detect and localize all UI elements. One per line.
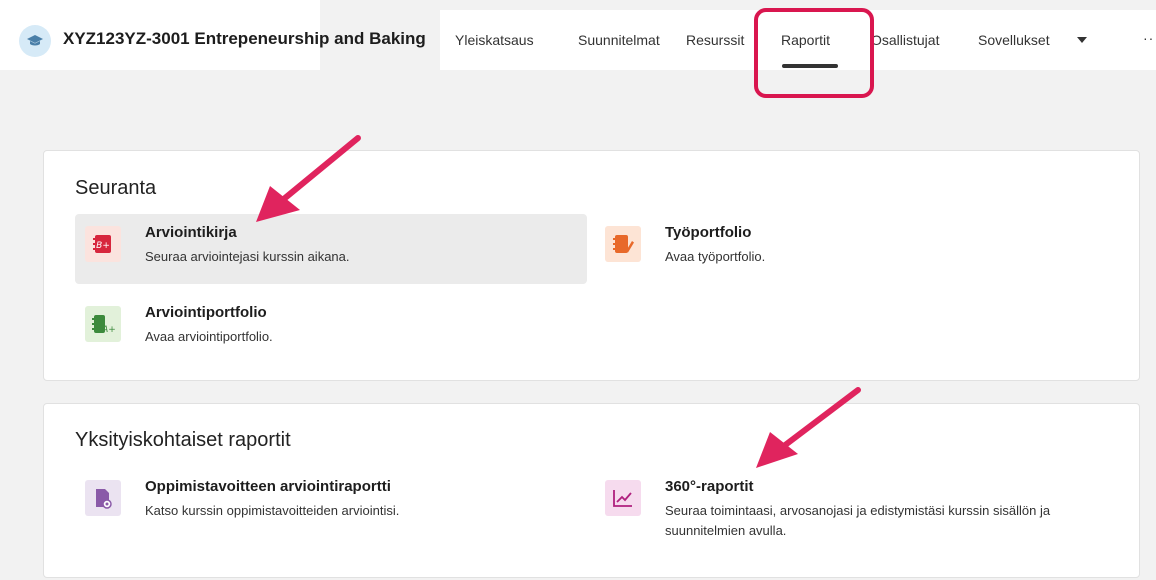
report-item-360[interactable]: 360°-raportit Seuraa toimintaasi, arvosa… [595, 468, 1050, 538]
item-title: Työportfolio [665, 224, 752, 241]
item-description: Katso kurssin oppimistavoitteiden arvioi… [145, 503, 400, 518]
svg-text:A+: A+ [101, 325, 115, 335]
item-description: Avaa arviointiportfolio. [145, 329, 273, 344]
svg-text:B+: B+ [96, 241, 110, 251]
item-title: 360°-raportit [665, 478, 754, 495]
more-tabs-button[interactable]: ··· [1143, 30, 1156, 46]
top-navigation-bar: XYZ123YZ-3001 Entrepeneurship and Baking… [0, 0, 1156, 80]
assessment-portfolio-icon: A+ [85, 306, 121, 342]
trend-chart-icon [605, 480, 641, 516]
section-title-seuranta: Seuranta [75, 177, 157, 199]
seuranta-card: Seuranta B+ Arviointikirja Seuraa arvioi… [43, 150, 1140, 381]
item-title: Oppimistavoitteen arviointiraportti [145, 478, 391, 495]
seuranta-item-arviointiportfolio[interactable]: A+ Arviointiportfolio Avaa arviointiport… [75, 294, 587, 364]
item-title: Arviointiportfolio [145, 304, 267, 321]
seuranta-item-tyoportfolio[interactable]: Työportfolio Avaa työportfolio. [595, 214, 1107, 284]
tab-yleiskatsaus[interactable]: Yleiskatsaus [455, 32, 534, 48]
tab-osallistujat[interactable]: Osallistujat [871, 32, 939, 48]
detailed-reports-card: Yksityiskohtaiset raportit Oppimistavoit… [43, 403, 1140, 578]
work-portfolio-icon [605, 226, 641, 262]
objective-report-icon [85, 480, 121, 516]
tab-resurssit[interactable]: Resurssit [686, 32, 744, 48]
item-description: Seuraa toimintaasi, arvosanojasi ja edis… [665, 503, 1051, 538]
tab-suunnitelmat[interactable]: Suunnitelmat [578, 32, 660, 48]
item-description: Seuraa arviointejasi kurssin aikana. [145, 249, 350, 264]
tab-sovellukset[interactable]: Sovellukset [978, 32, 1050, 48]
course-title[interactable]: XYZ123YZ-3001 Entrepeneurship and Baking [63, 29, 426, 49]
seuranta-item-arviointikirja[interactable]: B+ Arviointikirja Seuraa arviointejasi k… [75, 214, 587, 284]
item-description: Avaa työportfolio. [665, 249, 766, 264]
graduation-cap-icon [27, 35, 43, 46]
highlight-box-raportit [754, 8, 874, 98]
course-icon[interactable] [19, 25, 51, 57]
report-item-objective-assessment[interactable]: Oppimistavoitteen arviointiraportti Kats… [75, 468, 587, 538]
caret-down-icon[interactable] [1077, 37, 1087, 44]
item-title: Arviointikirja [145, 224, 237, 241]
section-title-detailed-reports: Yksityiskohtaiset raportit [75, 429, 291, 451]
gradebook-icon: B+ [85, 226, 121, 262]
